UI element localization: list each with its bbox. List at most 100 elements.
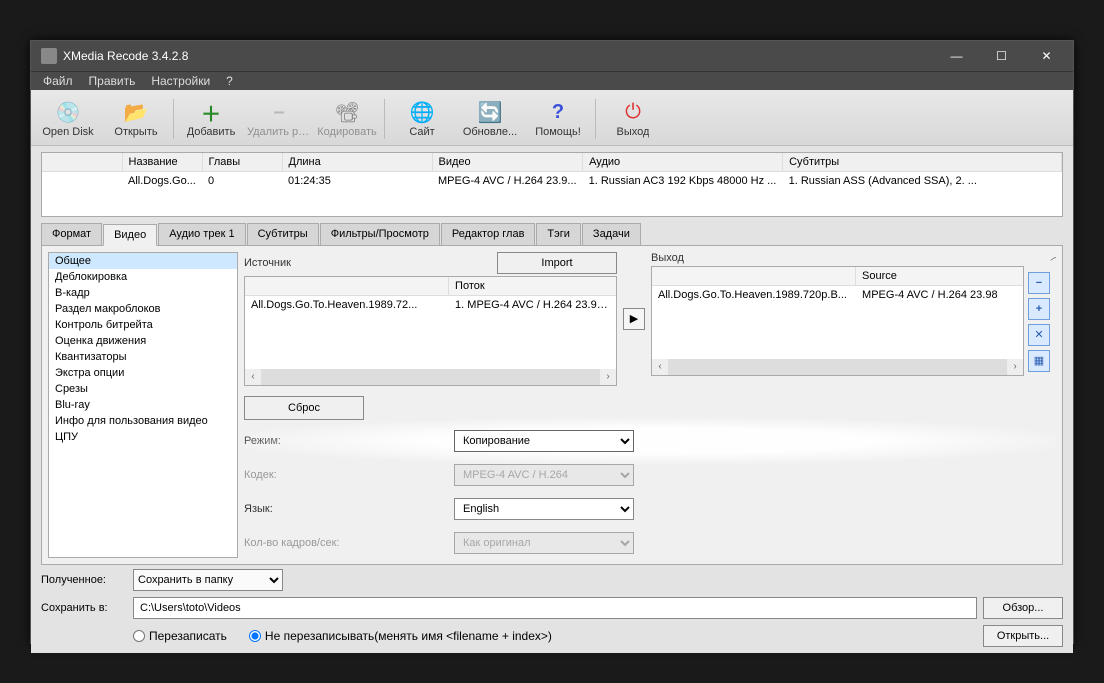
tab-audio[interactable]: Аудио трек 1 <box>158 223 245 245</box>
chevron-right-icon[interactable]: › <box>600 369 616 385</box>
grid-button[interactable]: ▦ <box>1028 350 1050 372</box>
source-pane[interactable]: Поток All.Dogs.Go.To.Heaven.1989.72... 1… <box>244 276 617 386</box>
globe-icon: 🌐 <box>410 101 434 125</box>
mode-select[interactable]: Копирование <box>454 430 634 452</box>
list-item[interactable]: Раздел макроблоков <box>49 301 237 317</box>
col-audio[interactable]: Аудио <box>583 153 783 172</box>
table-row[interactable]: All.Dogs.Go.To.Heaven.1989.72... 1. MPEG… <box>245 296 616 314</box>
tab-filters[interactable]: Фильтры/Просмотр <box>320 223 440 245</box>
list-item[interactable]: Оценка движения <box>49 333 237 349</box>
list-item[interactable]: Общее <box>49 253 237 269</box>
site-button[interactable]: 🌐Сайт <box>389 95 455 143</box>
output-pane[interactable]: Source All.Dogs.Go.To.Heaven.1989.720p.B… <box>651 266 1024 376</box>
menu-edit[interactable]: Править <box>81 72 144 90</box>
separator <box>173 99 174 139</box>
menu-help[interactable]: ? <box>218 72 241 90</box>
video-sidelist[interactable]: Общее Деблокировка В-кадр Раздел макробл… <box>48 252 238 558</box>
tab-format[interactable]: Формат <box>41 223 102 245</box>
list-item[interactable]: Квантизаторы <box>49 349 237 365</box>
chevron-left-icon[interactable]: ‹ <box>245 369 261 385</box>
tab-subs[interactable]: Субтитры <box>247 223 319 245</box>
close-button[interactable]: ✕ <box>1024 41 1069 71</box>
open-disk-button[interactable]: 💿Open Disk <box>35 95 101 143</box>
save-to-label: Сохранить в: <box>41 602 127 614</box>
update-button[interactable]: 🔄Обновле... <box>457 95 523 143</box>
browse-button[interactable]: Обзор... <box>983 597 1063 619</box>
output-label: Выход <box>651 252 684 264</box>
separator <box>384 99 385 139</box>
chevron-up-icon[interactable]: ︿ <box>1050 252 1056 263</box>
minimize-button[interactable]: — <box>934 41 979 71</box>
lang-label: Язык: <box>244 503 444 515</box>
source-label: Источник <box>244 257 291 269</box>
col-blank[interactable] <box>245 277 449 295</box>
h-scrollbar[interactable]: ‹› <box>652 359 1023 375</box>
chevron-left-icon[interactable]: ‹ <box>652 359 668 375</box>
plus-icon: ＋ <box>199 101 223 125</box>
received-select[interactable]: Сохранить в папку <box>133 569 283 591</box>
col-chapters[interactable]: Главы <box>202 153 282 172</box>
chevron-right-icon[interactable]: › <box>1007 359 1023 375</box>
table-row[interactable]: All.Dogs.Go... 0 01:24:35 MPEG-4 AVC / H… <box>42 171 1062 190</box>
menu-settings[interactable]: Настройки <box>143 72 218 90</box>
help-button[interactable]: ?Помощь! <box>525 95 591 143</box>
tab-video[interactable]: Видео <box>103 224 157 246</box>
received-label: Полученное: <box>41 574 127 586</box>
col-video[interactable]: Видео <box>432 153 583 172</box>
tab-chapters[interactable]: Редактор глав <box>441 223 536 245</box>
reset-button[interactable]: Сброс <box>244 396 364 420</box>
list-item[interactable]: Срезы <box>49 381 237 397</box>
col-blank[interactable] <box>652 267 856 285</box>
menubar: Файл Править Настройки ? <box>31 71 1073 90</box>
codec-label: Кодек: <box>244 469 444 481</box>
table-row[interactable]: All.Dogs.Go.To.Heaven.1989.720p.B... MPE… <box>652 286 1023 304</box>
toolbar: 💿Open Disk 📂Открыть ＋Добавить –Удалить р… <box>31 90 1073 146</box>
maximize-button[interactable]: ☐ <box>979 41 1024 71</box>
overwrite-radio[interactable]: Перезаписать <box>133 629 227 643</box>
move-right-button[interactable]: ▶ <box>623 308 645 330</box>
folder-icon: 📂 <box>124 101 148 125</box>
mid-column: ︿ Источник Import Поток <box>244 252 1056 558</box>
menu-file[interactable]: Файл <box>35 72 81 90</box>
list-item[interactable]: Экстра опции <box>49 365 237 381</box>
codec-select: MPEG-4 AVC / H.264 <box>454 464 634 486</box>
col-blank[interactable] <box>42 153 122 172</box>
list-item[interactable]: Инфо для пользования видео <box>49 413 237 429</box>
tabs: Формат Видео Аудио трек 1 Субтитры Фильт… <box>41 223 1063 245</box>
list-item[interactable]: Контроль битрейта <box>49 317 237 333</box>
list-item[interactable]: В-кадр <box>49 285 237 301</box>
col-name[interactable]: Название <box>122 153 202 172</box>
col-source[interactable]: Source <box>856 267 1023 285</box>
encode-button: 📽Кодировать <box>314 95 380 143</box>
lang-select[interactable]: English <box>454 498 634 520</box>
add-source-button[interactable]: + <box>1028 298 1050 320</box>
import-button[interactable]: Import <box>497 252 617 274</box>
tab-tags[interactable]: Тэги <box>536 223 581 245</box>
list-item[interactable]: ЦПУ <box>49 429 237 445</box>
disc-icon: 💿 <box>56 101 80 125</box>
col-subs[interactable]: Субтитры <box>783 153 1062 172</box>
power-icon: ⏻ <box>621 101 645 125</box>
open-folder-button[interactable]: Открыть... <box>983 625 1063 647</box>
tab-tasks[interactable]: Задачи <box>582 223 641 245</box>
file-table[interactable]: Название Главы Длина Видео Аудио Субтитр… <box>41 152 1063 217</box>
save-path-input[interactable] <box>133 597 977 619</box>
question-icon: ? <box>546 101 570 125</box>
remove-button: –Удалить ра... <box>246 95 312 143</box>
fps-select: Как оригинал <box>454 532 634 554</box>
h-scrollbar[interactable]: ‹› <box>245 369 616 385</box>
add-button[interactable]: ＋Добавить <box>178 95 244 143</box>
open-button[interactable]: 📂Открыть <box>103 95 169 143</box>
clear-button[interactable]: ✕ <box>1028 324 1050 346</box>
exit-button[interactable]: ⏻Выход <box>600 95 666 143</box>
list-item[interactable]: Деблокировка <box>49 269 237 285</box>
no-overwrite-radio[interactable]: Не перезаписывать(менять имя <filename +… <box>249 629 552 643</box>
col-length[interactable]: Длина <box>282 153 432 172</box>
window-title: XMedia Recode 3.4.2.8 <box>63 49 934 63</box>
col-stream[interactable]: Поток <box>449 277 616 295</box>
tab-body: Общее Деблокировка В-кадр Раздел макробл… <box>41 245 1063 565</box>
list-item[interactable]: Blu-ray <box>49 397 237 413</box>
bottom-panel: Полученное: Сохранить в папку Сохранить … <box>41 569 1063 647</box>
fps-label: Кол-во кадров/сек: <box>244 537 444 549</box>
remove-source-button[interactable]: − <box>1028 272 1050 294</box>
